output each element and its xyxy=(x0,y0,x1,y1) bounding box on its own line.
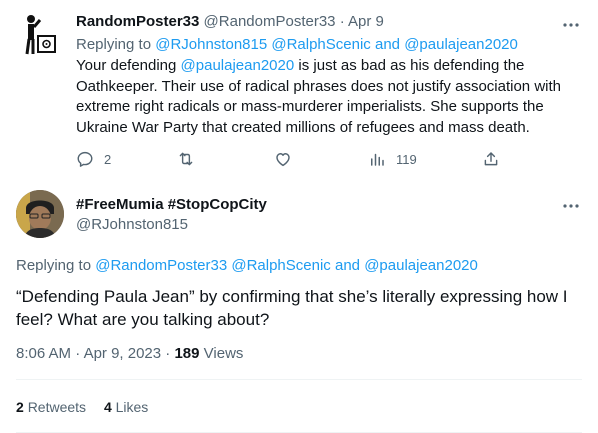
tweet-stats: 2 Retweets 4 Likes xyxy=(16,397,148,417)
main-tweet[interactable]: #FreeMumia #StopCopCity @RJohnston815 Re… xyxy=(0,180,598,433)
retweets-link[interactable]: 2 Retweets xyxy=(16,399,90,415)
tweet-header: RandomPoster33 @RandomPoster33 · Apr 9 xyxy=(76,12,384,32)
views-count: 189 xyxy=(174,345,200,362)
likes-label: Likes xyxy=(115,399,149,415)
views-count: 119 xyxy=(396,151,417,167)
mention-link[interactable]: @RalphScenic xyxy=(271,36,370,53)
retweets-label: Retweets xyxy=(27,399,87,415)
replying-to: Replying to @RandomPoster33 @RalphScenic… xyxy=(16,256,478,276)
likes-link[interactable]: 4 Likes xyxy=(104,399,148,415)
replying-prefix: Replying to xyxy=(76,36,152,53)
more-icon[interactable] xyxy=(561,15,581,35)
more-icon[interactable] xyxy=(561,196,581,216)
retweet-icon xyxy=(179,152,193,166)
person-at-safe-icon xyxy=(25,15,56,55)
tweet-text: Your defending @paulajean2020 is just as… xyxy=(76,56,576,138)
tweet-time[interactable]: 8:06 AM xyxy=(16,345,71,362)
like-button[interactable] xyxy=(274,148,292,170)
mention-link[interactable]: @paulajean2020 xyxy=(404,36,518,53)
tweet-date[interactable]: Apr 9 xyxy=(348,13,384,30)
replying-prefix: Replying to xyxy=(16,257,92,274)
share-icon xyxy=(484,152,498,166)
display-name[interactable]: #FreeMumia #StopCopCity xyxy=(76,195,267,215)
views-label: Views xyxy=(203,345,244,362)
reply-icon xyxy=(77,151,93,167)
mention-and[interactable]: and xyxy=(375,36,400,53)
likes-count: 4 xyxy=(103,399,112,415)
handle[interactable]: @RJohnston815 xyxy=(76,215,188,235)
replying-to: Replying to @RJohnston815 @RalphScenic a… xyxy=(76,35,518,55)
reply-button[interactable]: 2 xyxy=(76,148,111,170)
share-button[interactable] xyxy=(482,148,500,170)
separator: · xyxy=(339,13,345,30)
views-button[interactable]: 119 xyxy=(368,148,417,170)
tweet-meta: 8:06 AM · Apr 9, 2023 · 189 Views xyxy=(16,344,243,364)
avatar[interactable] xyxy=(16,190,64,238)
handle[interactable]: @RandomPoster33 xyxy=(204,13,336,30)
like-icon xyxy=(276,153,290,167)
avatar[interactable] xyxy=(18,12,58,56)
views-icon xyxy=(371,153,384,166)
mention-link[interactable]: @RandomPoster33 xyxy=(95,257,227,274)
separator: · xyxy=(75,345,81,362)
tweet-text: “Defending Paula Jean” by confirming tha… xyxy=(16,287,568,329)
mention-link[interactable]: @RalphScenic xyxy=(231,257,330,274)
mention-link[interactable]: @paulajean2020 xyxy=(364,257,478,274)
mention-link[interactable]: @RJohnston815 xyxy=(155,36,267,53)
mention-and[interactable]: and xyxy=(335,257,360,274)
tweet-date[interactable]: Apr 9, 2023 xyxy=(84,345,162,362)
separator: · xyxy=(165,345,171,362)
display-name[interactable]: RandomPoster33 xyxy=(76,13,199,30)
divider xyxy=(16,379,582,380)
reply-tweet[interactable]: RandomPoster33 @RandomPoster33 · Apr 9 R… xyxy=(0,0,598,180)
retweet-button[interactable] xyxy=(177,148,195,170)
mention-link[interactable]: @paulajean2020 xyxy=(181,57,295,74)
reply-count: 2 xyxy=(104,151,112,167)
tweet-actions: 2 119 xyxy=(76,148,506,170)
retweets-count: 2 xyxy=(16,399,24,415)
tweet-text-part: Your defending xyxy=(76,57,177,74)
